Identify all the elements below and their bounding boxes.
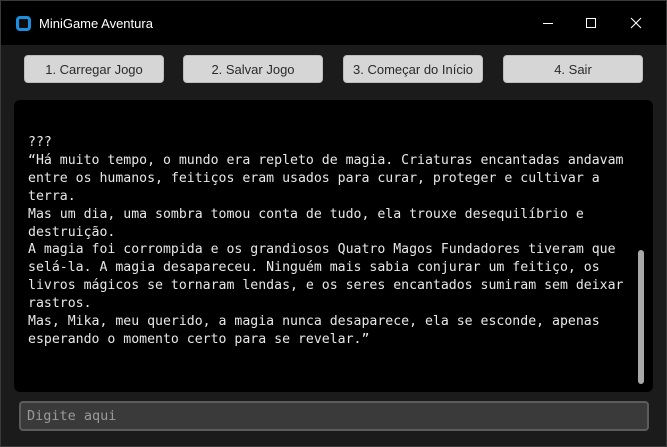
- close-button[interactable]: [621, 9, 651, 37]
- minimize-button[interactable]: [533, 9, 563, 37]
- app-window: MiniGame Aventura 1. Carregar Jogo 2. Sa…: [0, 0, 667, 447]
- minimize-icon: [543, 23, 553, 24]
- window-title: MiniGame Aventura: [39, 16, 153, 31]
- close-icon: [630, 17, 642, 29]
- load-game-button[interactable]: 1. Carregar Jogo: [24, 55, 164, 83]
- story-text: ??? “Há muito tempo, o mundo era repleto…: [28, 135, 624, 347]
- maximize-icon: [586, 18, 596, 28]
- title-bar[interactable]: MiniGame Aventura: [1, 1, 666, 45]
- save-game-button[interactable]: 2. Salvar Jogo: [183, 55, 323, 83]
- maximize-button[interactable]: [576, 9, 606, 37]
- story-text-area[interactable]: ??? “Há muito tempo, o mundo era repleto…: [14, 100, 653, 392]
- exit-button[interactable]: 4. Sair: [503, 55, 643, 83]
- command-input[interactable]: [19, 401, 649, 431]
- restart-button[interactable]: 3. Começar do Início: [343, 55, 483, 83]
- app-window-icon: [16, 16, 31, 31]
- menu-toolbar: 1. Carregar Jogo 2. Salvar Jogo 3. Começ…: [1, 45, 666, 97]
- vertical-scrollbar[interactable]: [638, 250, 644, 384]
